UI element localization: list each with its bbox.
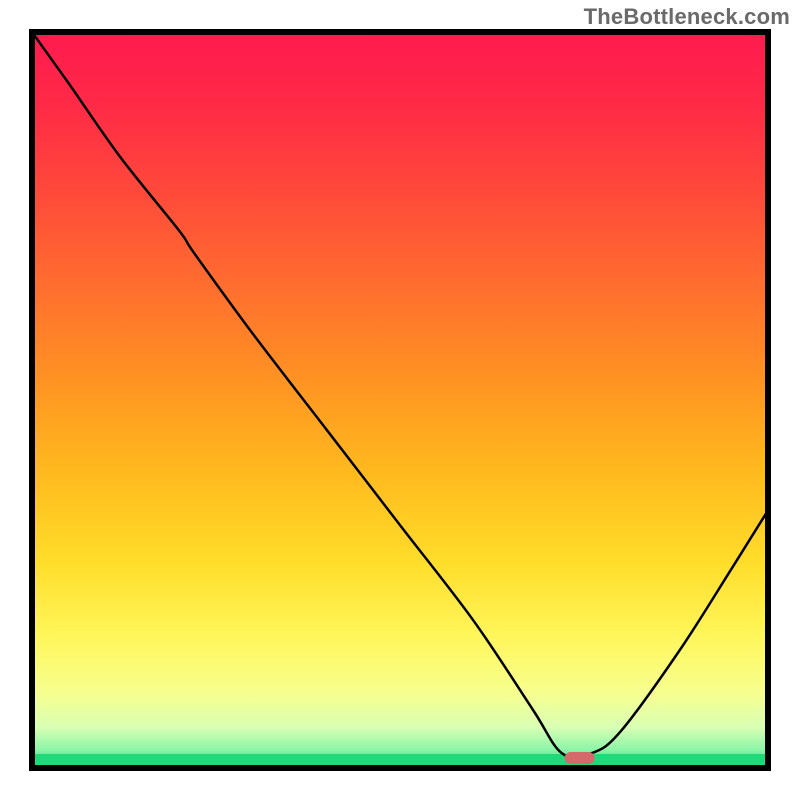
chart-svg — [0, 0, 800, 800]
optimal-marker — [565, 752, 595, 764]
gradient-background — [32, 32, 768, 768]
